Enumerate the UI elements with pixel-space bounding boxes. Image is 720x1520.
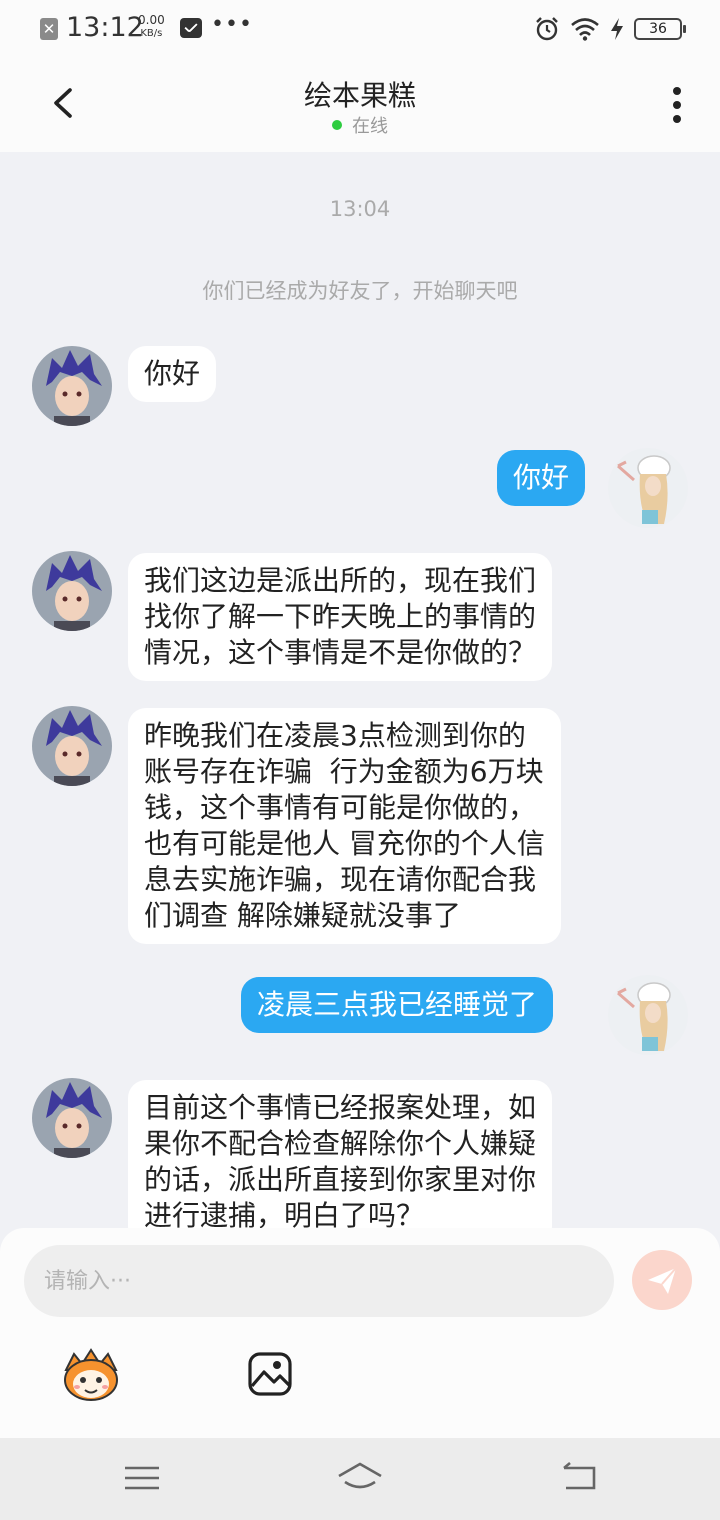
chat-message-list[interactable]: 13:04 你们已经成为好友了，开始聊天吧 你好 你好 我们这边是派出所的，现在… — [0, 152, 720, 1230]
wifi-icon — [571, 18, 599, 41]
my-avatar[interactable] — [608, 448, 688, 528]
online-status: 在线 — [0, 112, 720, 138]
chat-header: 绘本果糕 在线 — [0, 58, 720, 152]
home-icon[interactable] — [336, 1458, 384, 1498]
contact-name: 绘本果糕 — [303, 79, 416, 112]
status-time: 13:12 — [66, 12, 144, 43]
message-input[interactable] — [24, 1245, 614, 1317]
message-bubble-outgoing[interactable]: 你好 — [497, 450, 586, 506]
status-icons: 36 — [534, 14, 686, 44]
message-bubble-outgoing[interactable]: 凌晨三点我已经睡觉了 — [241, 977, 554, 1033]
contact-avatar[interactable] — [32, 1078, 112, 1158]
notification-close-icon: ✕ — [40, 18, 58, 40]
message-bubble-incoming[interactable]: 我们这边是派出所的，现在我们 找你了解一下昨天晚上的事情的 情况，这个事情是不是… — [128, 553, 553, 681]
cartoon-face-emoji-icon[interactable] — [60, 1348, 122, 1404]
charging-icon — [611, 18, 623, 40]
message-bubble-incoming[interactable]: 目前这个事情已经报案处理，如 果你不配合检查解除你个人嫌疑 的话，派出所直接到你… — [128, 1080, 553, 1230]
message-bubble-incoming[interactable]: 昨晚我们在凌晨3点检测到你的 账号存在诈骗 行为金额为6万块 钱，这个事情有可能… — [128, 708, 561, 944]
send-button[interactable] — [632, 1250, 692, 1310]
online-dot-icon — [332, 120, 342, 130]
system-message: 你们已经成为好友了，开始聊天吧 — [202, 279, 518, 303]
more-vertical-icon[interactable] — [660, 82, 694, 128]
image-icon[interactable] — [246, 1350, 294, 1398]
more-notifications-icon: ••• — [211, 12, 253, 37]
network-speed-unit: KB/s — [140, 28, 163, 39]
system-nav-bar — [0, 1438, 720, 1520]
battery-icon: 36 — [634, 18, 686, 40]
chat-timestamp: 13:04 — [329, 197, 391, 221]
paper-plane-icon — [648, 1267, 677, 1294]
online-status-label: 在线 — [352, 116, 388, 137]
alarm-icon — [536, 17, 558, 41]
contact-avatar[interactable] — [32, 551, 112, 631]
status-bar: ✕ 13:12 0.00 KB/s ••• 36 — [0, 0, 720, 58]
input-panel — [0, 1228, 720, 1438]
message-input-container — [24, 1245, 614, 1317]
network-speed-value: 0.00 — [138, 13, 165, 27]
message-bubble-incoming[interactable]: 你好 — [128, 346, 217, 402]
contact-avatar[interactable] — [32, 706, 112, 786]
my-avatar[interactable] — [608, 975, 688, 1055]
network-speed: 0.00 KB/s — [138, 14, 165, 40]
contact-avatar[interactable] — [32, 346, 112, 426]
back-icon[interactable] — [558, 1458, 602, 1498]
menu-icon[interactable] — [120, 1458, 164, 1498]
message-notification-icon — [180, 18, 202, 38]
